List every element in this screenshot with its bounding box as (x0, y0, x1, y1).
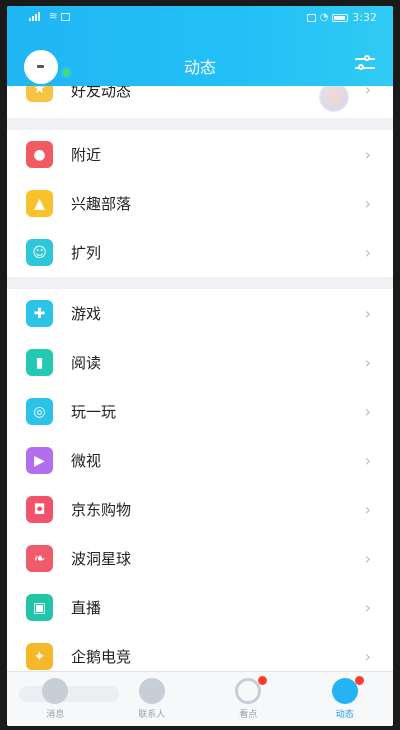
chevron-right-icon: › (364, 549, 371, 568)
list-item-weishi[interactable]: ▶ 微视 › (7, 436, 393, 485)
list-item-friends-feed[interactable]: ★ 好友动态 › (7, 86, 393, 118)
chevron-right-icon: › (364, 500, 371, 519)
penguin-esports-icon: ✦ (26, 643, 53, 670)
tab-label: 看点 (239, 710, 258, 720)
friend-avatar-thumbnail (319, 86, 349, 112)
list-item-reading[interactable]: ▮ 阅读 › (7, 338, 393, 387)
group-social: ● 附近 › ▲ 兴趣部落 › ☺ 扩列 › (7, 130, 393, 277)
play-circle-icon: ◎ (26, 398, 53, 425)
chevron-right-icon: › (364, 451, 371, 470)
wifi-icon: ≋ (49, 11, 58, 22)
chevron-right-icon: › (364, 145, 371, 164)
location-pin-icon: ● (26, 141, 53, 168)
tab-kandian[interactable]: 看点 (200, 672, 297, 726)
feature-list: ★ 好友动态 › ● 附近 › ▲ 兴趣部落 › ☺ 扩列 › ✚ 游戏 › ▮… (7, 86, 393, 671)
tab-contacts[interactable]: 联系人 (104, 672, 201, 726)
tab-label: 联系人 (138, 710, 166, 720)
chevron-right-icon: › (364, 194, 371, 213)
contacts-icon (138, 678, 165, 704)
list-item-label: 玩一玩 (71, 403, 117, 421)
chevron-right-icon: › (364, 402, 371, 421)
tab-label: 动态 (335, 710, 354, 720)
notification-badge (354, 676, 364, 685)
list-item-label: 直播 (71, 599, 102, 617)
list-item-bodong-planet[interactable]: ❧ 波洞星球 › (7, 534, 393, 583)
group-apps: ✚ 游戏 › ▮ 阅读 › ◎ 玩一玩 › ▶ 微视 › ◘ 京东购物 › ❧ … (7, 289, 393, 671)
chevron-right-icon: › (364, 353, 371, 372)
list-item-jd-shopping[interactable]: ◘ 京东购物 › (7, 485, 393, 534)
status-left: ≋ (29, 11, 71, 22)
chevron-right-icon: › (364, 304, 371, 323)
filter-settings-button[interactable] (355, 54, 375, 74)
list-item-label: 兴趣部落 (71, 195, 132, 213)
list-item-interest-tribe[interactable]: ▲ 兴趣部落 › (7, 179, 393, 228)
chevron-right-icon: › (364, 598, 371, 617)
friends-feed-icon: ★ (26, 86, 53, 102)
shopping-bag-icon: ◘ (26, 496, 53, 523)
chevron-right-icon: › (364, 647, 371, 666)
tab-label: 消息 (46, 710, 65, 720)
bottom-tab-bar: 消息 联系人 看点 动态 (7, 671, 393, 726)
planet-leaf-icon: ❧ (26, 545, 53, 572)
live-tv-icon: ▣ (26, 594, 53, 621)
list-item-penguin-esports[interactable]: ✦ 企鹅电竞 › (7, 632, 393, 671)
list-item-label: 波洞星球 (71, 550, 132, 568)
list-item-nearby[interactable]: ● 附近 › (7, 130, 393, 179)
list-item-label: 微视 (71, 452, 102, 470)
chevron-right-icon: › (364, 243, 371, 262)
chat-icon (42, 678, 69, 704)
planet-icon (331, 678, 358, 704)
divider (7, 277, 393, 289)
group-top: ★ 好友动态 › (7, 86, 393, 118)
chevron-right-icon: › (364, 86, 371, 99)
list-item-play[interactable]: ◎ 玩一玩 › (7, 387, 393, 436)
notification-icon (61, 12, 71, 21)
list-item-label: 企鹅电竞 (71, 648, 132, 666)
nfc-icon (306, 13, 316, 22)
tab-messages[interactable]: 消息 (7, 672, 104, 726)
divider (7, 118, 393, 130)
book-icon: ▮ (26, 349, 53, 376)
face-plus-icon: ☺ (26, 239, 53, 266)
list-item-label: 游戏 (71, 305, 102, 323)
top-header: ≋ ◔ 3:32 动态 (7, 6, 393, 86)
notification-badge (258, 676, 268, 685)
battery-icon (332, 13, 349, 22)
list-item-label: 附近 (71, 146, 102, 164)
triangle-tribe-icon: ▲ (26, 190, 53, 217)
signal-icon (29, 12, 45, 21)
video-play-icon: ▶ (26, 447, 53, 474)
gamepad-icon: ✚ (26, 300, 53, 327)
status-time: 3:32 (352, 11, 377, 24)
app-frame: ≋ ◔ 3:32 动态 ★ 好友动态 › ● 附近 › ▲ 兴趣部落 › ☺ 扩… (7, 6, 393, 726)
tab-dynamics[interactable]: 动态 (297, 672, 394, 726)
list-item-live[interactable]: ▣ 直播 › (7, 583, 393, 632)
list-item-expand-list[interactable]: ☺ 扩列 › (7, 228, 393, 277)
page-title: 动态 (183, 58, 216, 77)
alarm-icon: ◔ (319, 12, 329, 23)
list-item-games[interactable]: ✚ 游戏 › (7, 289, 393, 338)
list-item-label: 好友动态 (71, 86, 132, 100)
list-item-label: 京东购物 (71, 501, 132, 519)
status-right: ◔ 3:32 (306, 11, 377, 24)
status-bar: ≋ ◔ 3:32 (7, 6, 393, 30)
list-item-label: 扩列 (71, 244, 102, 262)
list-item-label: 阅读 (71, 354, 102, 372)
